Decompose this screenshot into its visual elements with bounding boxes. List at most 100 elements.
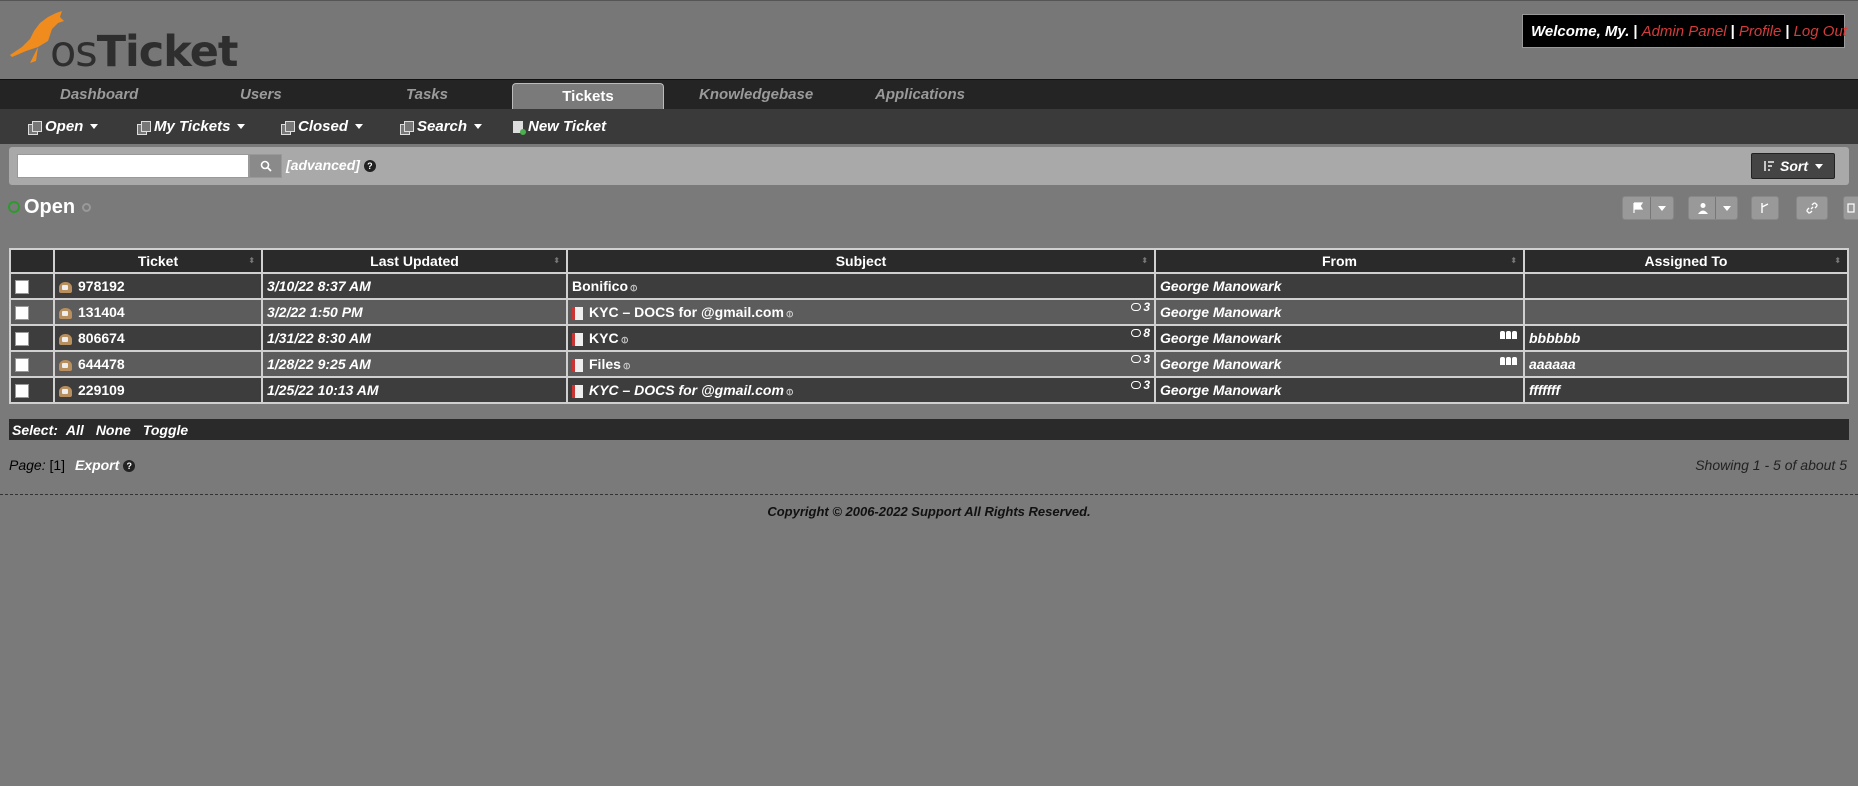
select-none[interactable]: None <box>96 422 131 438</box>
merge-button[interactable] <box>1751 196 1779 220</box>
row-checkbox[interactable] <box>15 332 29 347</box>
ticket-icon <box>59 307 72 319</box>
help-icon[interactable]: ? <box>123 460 136 473</box>
ticket-number-text: 644478 <box>78 356 125 372</box>
row-checkbox[interactable] <box>15 306 29 321</box>
caret-down-icon <box>355 124 364 129</box>
open-label: Open <box>45 118 84 135</box>
subject-text: Bonifico <box>572 278 628 294</box>
separator: | <box>1785 22 1790 40</box>
new-ticket-link[interactable]: New Ticket <box>513 109 606 144</box>
thread-count-text: 8 <box>1143 326 1150 340</box>
flag-icon <box>1632 202 1643 213</box>
export-link[interactable]: Export <box>75 457 119 473</box>
last-updated: 1/28/22 9:25 AM <box>263 352 566 376</box>
search-input[interactable] <box>17 154 249 178</box>
header-from[interactable]: From ⬍ <box>1156 250 1523 272</box>
subject[interactable]: KYC – DOCS for @gmail.com⊘ 3 <box>568 378 1154 402</box>
comment-icon <box>1131 355 1142 363</box>
subject-text: Files <box>589 356 621 372</box>
table-row: 978192 3/10/22 8:37 AM Bonifico⊘ George … <box>11 274 1847 298</box>
row-checkbox[interactable] <box>15 384 29 399</box>
flag-dropdown[interactable] <box>1649 197 1671 219</box>
flag-button[interactable] <box>1622 196 1674 220</box>
profile-link[interactable]: Profile <box>1739 23 1782 40</box>
header-assigned-to[interactable]: Assigned To ⬍ <box>1525 250 1847 272</box>
osticket-logo[interactable]: osTicket <box>8 7 238 77</box>
advanced-search-link[interactable]: [advanced] <box>286 157 360 173</box>
thread-count: 3 <box>1131 352 1150 366</box>
separator: | <box>1633 22 1638 40</box>
select-header <box>11 250 53 272</box>
ticket-number[interactable]: 978192 <box>55 274 261 298</box>
table-row: 229109 1/25/22 10:13 AM KYC – DOCS for @… <box>11 378 1847 402</box>
row-checkbox[interactable] <box>15 358 29 373</box>
help-icon[interactable]: ? <box>363 160 376 173</box>
user-icon <box>1697 203 1708 214</box>
caret-down-icon <box>1722 205 1731 211</box>
search-bar: [advanced]? Sort <box>9 147 1849 185</box>
header-label: From <box>1322 253 1357 269</box>
refresh-icon[interactable] <box>8 201 20 213</box>
tab-applications[interactable]: Applications <box>875 80 965 110</box>
tab-dashboard[interactable]: Dashboard <box>60 80 138 110</box>
ticket-number[interactable]: 644478 <box>55 352 261 376</box>
open-menu[interactable]: Open <box>28 109 99 144</box>
closed-menu[interactable]: Closed <box>281 109 364 144</box>
last-updated: 3/10/22 8:37 AM <box>263 274 566 298</box>
row-select <box>11 352 53 376</box>
subject[interactable]: KYC⊘ 8 <box>568 326 1154 350</box>
sub-nav: Open My Tickets Closed Search New Ticket <box>0 109 1858 144</box>
header-ticket[interactable]: Ticket ⬍ <box>55 250 261 272</box>
header-last-updated[interactable]: Last Updated ⬍ <box>263 250 566 272</box>
from: George Manowark <box>1156 300 1523 324</box>
admin-panel-link[interactable]: Admin Panel <box>1642 23 1727 40</box>
ticket-number[interactable]: 806674 <box>55 326 261 350</box>
subject[interactable]: Files⊘ 3 <box>568 352 1154 376</box>
select-all[interactable]: All <box>66 422 84 438</box>
caret-down-icon <box>237 124 246 129</box>
header-subject[interactable]: Subject ⬍ <box>568 250 1154 272</box>
header-label: Assigned To <box>1644 253 1728 269</box>
comment-icon <box>1131 329 1142 337</box>
row-select <box>11 274 53 298</box>
assign-button[interactable] <box>1688 196 1738 220</box>
tickets-icon <box>28 120 42 135</box>
more-button[interactable] <box>1843 196 1858 220</box>
tab-users[interactable]: Users <box>240 80 282 110</box>
select-toggle[interactable]: Toggle <box>143 422 188 438</box>
logout-link[interactable]: Log Out <box>1794 23 1847 40</box>
ticket-number[interactable]: 131404 <box>55 300 261 324</box>
tickets-table: Ticket ⬍ Last Updated ⬍ Subject ⬍ From ⬍ Ass… <box>9 248 1849 404</box>
from-text: George Manowark <box>1160 330 1282 346</box>
caret-down-icon <box>1815 163 1823 169</box>
sort-button[interactable]: Sort <box>1751 153 1835 179</box>
subject-text: KYC – DOCS for @gmail.com <box>589 382 784 398</box>
sort-arrows-icon: ⬍ <box>248 256 255 265</box>
attachment-icon: ⊘ <box>627 281 642 296</box>
search-button[interactable] <box>249 154 282 178</box>
sort-arrows-icon: ⬍ <box>553 256 560 265</box>
assigned-to <box>1525 274 1847 298</box>
subject-text: KYC <box>589 330 619 346</box>
thread-count: 3 <box>1131 378 1150 392</box>
pdf-icon <box>572 358 583 372</box>
assign-dropdown[interactable] <box>1714 197 1736 219</box>
tab-tickets[interactable]: Tickets <box>512 83 664 111</box>
tab-tasks[interactable]: Tasks <box>406 80 448 110</box>
caret-down-icon <box>90 124 99 129</box>
link-button[interactable] <box>1796 196 1828 220</box>
ticket-number-text: 131404 <box>78 304 125 320</box>
subject[interactable]: KYC – DOCS for @gmail.com⊘ 3 <box>568 300 1154 324</box>
search-menu[interactable]: Search <box>400 109 483 144</box>
attachment-icon: ⊘ <box>783 307 797 322</box>
tab-knowledgebase[interactable]: Knowledgebase <box>699 80 813 110</box>
showing-count: Showing 1 - 5 of about 5 <box>1695 457 1847 473</box>
row-checkbox[interactable] <box>15 280 29 295</box>
my-tickets-menu[interactable]: My Tickets <box>137 109 246 144</box>
subject[interactable]: Bonifico⊘ <box>568 274 1154 298</box>
gear-icon[interactable] <box>82 203 91 212</box>
ticket-number[interactable]: 229109 <box>55 378 261 402</box>
page-number[interactable]: [1] <box>49 457 65 473</box>
table-row: 806674 1/31/22 8:30 AM KYC⊘ 8 George Mano… <box>11 326 1847 350</box>
